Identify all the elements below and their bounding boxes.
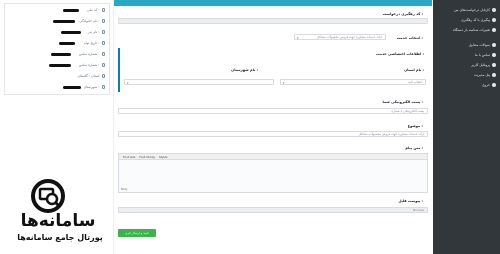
redaction-bar <box>63 86 81 89</box>
redaction-bar <box>63 9 79 12</box>
info-label: نام خانوادگی : <box>79 19 100 23</box>
sidebar-item-my-requests[interactable]: کارتابل درخواست‌های من <box>436 6 496 14</box>
info-label: شهرستان : <box>83 85 100 89</box>
tracking-code-field <box>118 18 428 24</box>
chevron-down-icon: ▾ <box>283 81 285 85</box>
sidebar-item-label: سوالات متداول <box>468 43 490 47</box>
sidebar-item-label: پنل مدیریت <box>473 73 490 77</box>
circle-icon <box>492 63 496 67</box>
logo-subtitle: پورتال جامع سامانه‌ها <box>17 233 103 242</box>
subject-input[interactable]: ارائه خدمات مشاوره جهت فروش محصولات مشاغ… <box>118 131 428 137</box>
email-label: پست الکترونیکی شما : <box>382 100 423 104</box>
redaction-bar <box>61 31 81 34</box>
tracking-label: کد رهگیری درخواست : <box>382 12 423 16</box>
font-family-dropdown[interactable]: Font family <box>139 155 155 159</box>
main-sidebar: کارتابل درخواست‌های من پیگیری با کد رهگی… <box>433 0 500 254</box>
radio-icon <box>101 63 105 67</box>
message-label: متن پیام : <box>405 146 423 150</box>
circle-icon <box>492 18 496 22</box>
city-select[interactable]: ▾ <box>124 79 274 85</box>
sidebar-item-contact[interactable]: تماس با ما <box>436 51 496 59</box>
info-label: تاریخ تولد : <box>83 41 100 45</box>
city-label: نام شهرستان : <box>231 68 258 72</box>
site-logo: سامانه‌ها پورتال جامع سامانه‌ها <box>4 174 112 252</box>
radio-icon <box>101 74 105 78</box>
info-row: تاریخ تولد : <box>84 41 105 45</box>
sidebar-item-label: پروفایل کاربر <box>471 63 490 67</box>
redaction-bar <box>49 64 71 67</box>
submit-button[interactable]: تایید و ارسال فرم <box>118 229 156 237</box>
info-row: شهرستان : <box>84 85 105 89</box>
service-section: اطلاعات اختصاصی خدمت : نام استان : ▾ انت… <box>118 48 428 92</box>
radio-icon <box>101 41 105 45</box>
subject-label: موضوع : <box>407 124 423 128</box>
sidebar-item-faq[interactable]: سوالات متداول <box>436 41 496 49</box>
redaction-bar <box>51 53 71 56</box>
attachment-label: پیوست فایل : <box>398 199 423 203</box>
info-label: استان : گلستان <box>77 74 100 78</box>
sidebar-item-tracking[interactable]: پیگیری با کد رهگیری <box>436 16 496 24</box>
browse-button-label: Browse <box>413 208 424 212</box>
redaction-bar <box>59 42 75 45</box>
sidebar-item-label: کارتابل درخواست‌های من <box>454 8 490 12</box>
info-label: شماره تماس : <box>78 63 100 67</box>
sidebar-item-label: تغییرات شناسه بار دستگاه <box>452 28 490 32</box>
info-label: شماره تماس : <box>78 52 100 56</box>
exit-icon <box>492 83 496 87</box>
info-row: شماره تماس : <box>79 63 105 67</box>
chevron-down-icon: ▾ <box>297 36 299 40</box>
service-select[interactable]: ▾ ارائه خدمات مشاوره جهت فروش محصولات مش… <box>294 34 386 40</box>
editor-status: Body <box>121 188 128 191</box>
circle-icon <box>492 43 496 47</box>
sidebar-item-device-changes[interactable]: تغییرات شناسه بار دستگاه <box>436 26 496 34</box>
font-size-dropdown[interactable]: Font size <box>123 155 135 159</box>
service-label: انتخاب خدمت : <box>396 36 423 40</box>
logo-title: سامانه‌ها <box>20 211 96 231</box>
radio-icon <box>101 52 105 56</box>
info-row: نام خانوادگی : <box>79 19 105 23</box>
email-input[interactable]: پست الکترونیکی یا شماره <box>118 108 428 114</box>
info-row: شماره تماس : <box>79 52 105 56</box>
sidebar-item-admin[interactable]: پنل مدیریت <box>436 71 496 79</box>
info-label: نام پدر : <box>87 30 100 34</box>
province-select[interactable]: ▾ انتخاب کنید <box>280 79 426 85</box>
sidebar-item-label: خروج <box>482 83 490 87</box>
user-info-panel: کد ملی : نام خانوادگی : نام پدر : تاریخ … <box>4 3 110 95</box>
info-row: نام پدر : <box>88 30 105 34</box>
request-form: کد رهگیری درخواست : انتخاب خدمت : ▾ ارائ… <box>113 0 432 254</box>
styles-dropdown[interactable]: Styles <box>159 155 167 159</box>
redaction-bar <box>53 20 75 23</box>
email-placeholder: پست الکترونیکی یا شماره <box>391 109 424 113</box>
radio-icon <box>101 85 105 89</box>
info-row: استان : گلستان <box>78 74 105 78</box>
radio-icon <box>101 8 105 12</box>
radio-icon <box>101 30 105 34</box>
subject-value: ارائه خدمات مشاوره جهت فروش محصولات مشاغ… <box>358 132 424 136</box>
chevron-down-icon: ▾ <box>127 81 129 85</box>
editor-toolbar: Font size Font family Styles <box>119 154 427 160</box>
message-editor[interactable]: Font size Font family Styles Body <box>118 153 428 193</box>
sidebar-item-label: پیگیری با کد رهگیری <box>461 18 490 22</box>
file-input[interactable]: Browse <box>118 207 428 213</box>
service-select-value: ارائه خدمات مشاوره جهت فروش محصولات مشاغ… <box>316 35 382 39</box>
info-label: کد ملی : <box>87 8 100 12</box>
province-select-value: انتخاب کنید <box>407 80 422 84</box>
sidebar-item-label: تماس با ما <box>474 53 490 57</box>
sidebar-item-logout[interactable]: خروج <box>436 81 496 89</box>
circle-icon <box>492 8 496 12</box>
circle-icon <box>492 28 496 32</box>
info-row: کد ملی : <box>87 8 105 12</box>
province-label: نام استان : <box>404 68 424 72</box>
circle-icon <box>492 53 496 57</box>
top-accent-bar <box>114 0 432 6</box>
radio-icon <box>101 19 105 23</box>
circle-icon <box>492 73 496 77</box>
service-section-label: اطلاعات اختصاصی خدمت : <box>376 52 424 56</box>
logo-badge-icon <box>31 179 65 213</box>
sidebar-item-profile[interactable]: پروفایل کاربر <box>436 61 496 69</box>
